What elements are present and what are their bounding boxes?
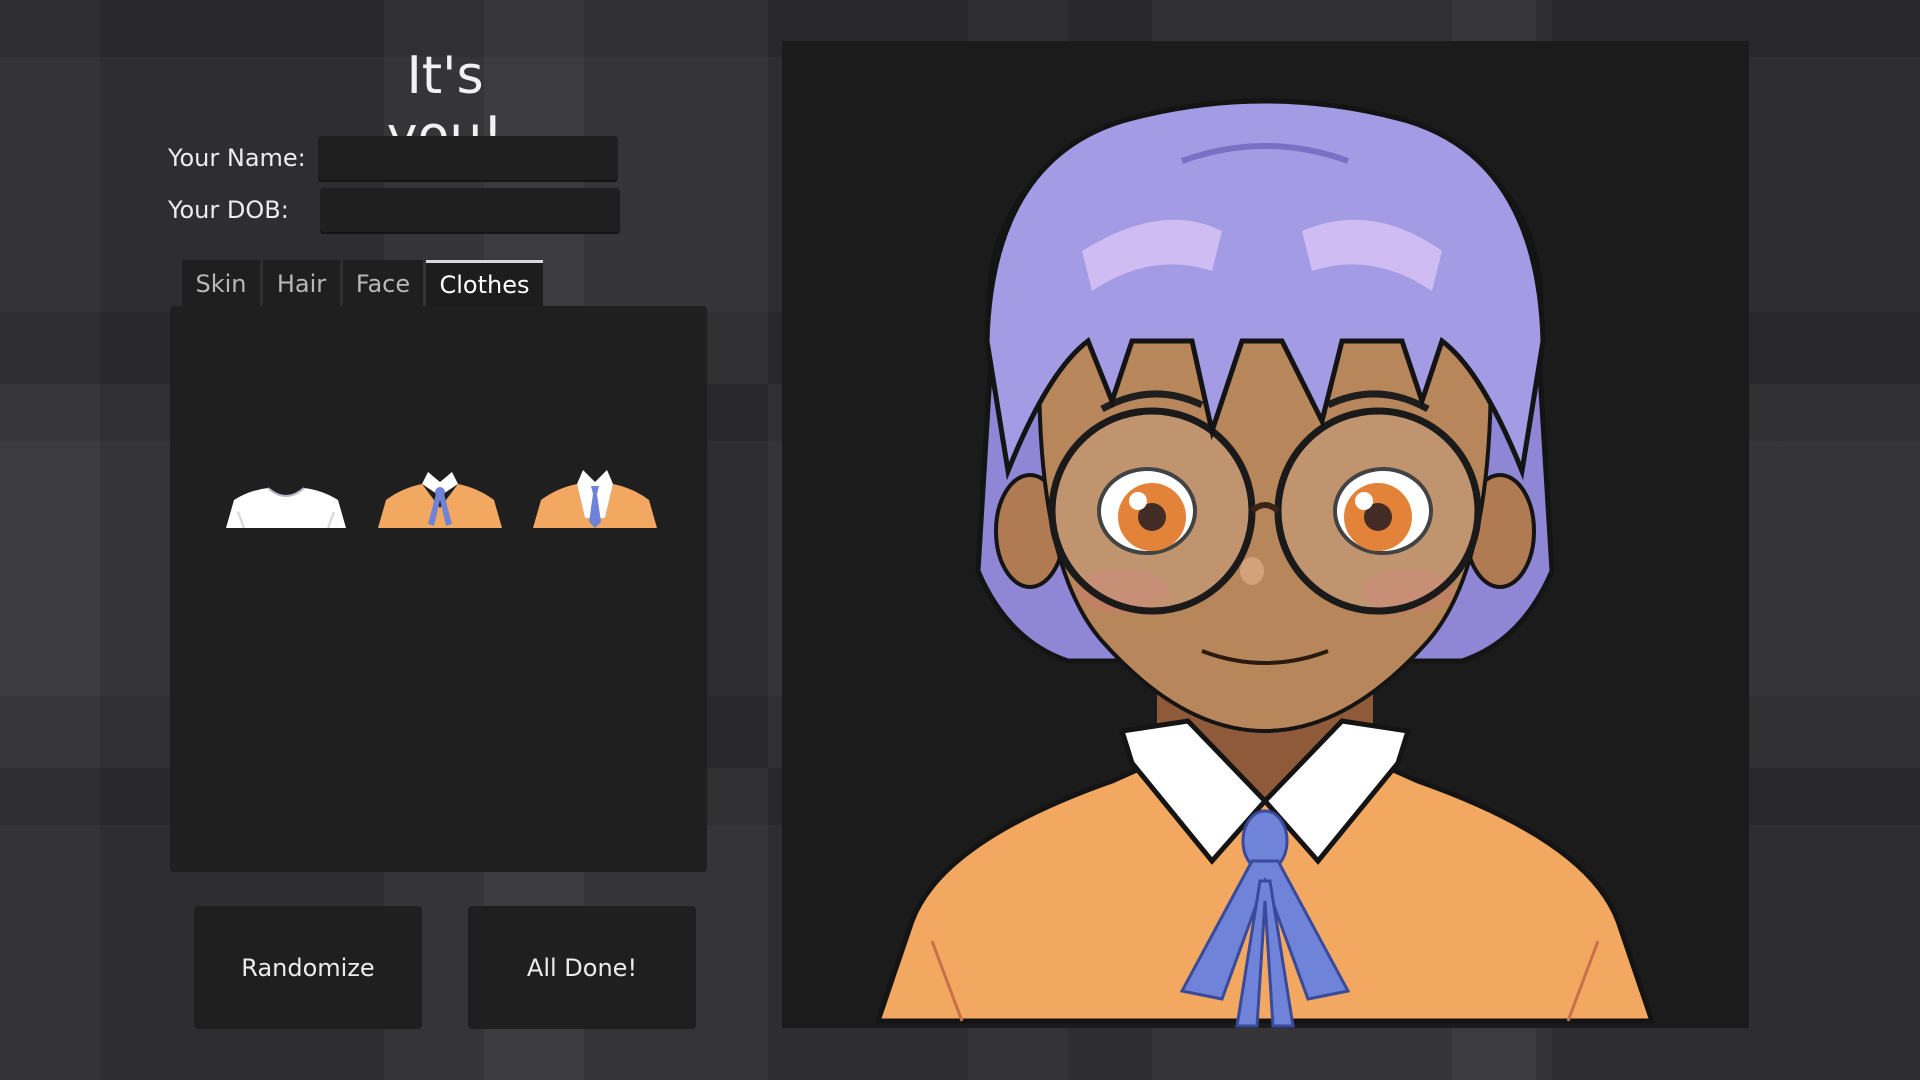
dob-input[interactable] — [320, 188, 620, 234]
white-tshirt-icon — [226, 487, 346, 529]
orange-sweater-bow-icon — [378, 472, 502, 528]
tab-hair[interactable]: Hair — [263, 260, 340, 307]
dob-label: Your DOB: — [168, 196, 289, 224]
character-preview — [782, 41, 1749, 1028]
randomize-button[interactable]: Randomize — [194, 906, 422, 1029]
clothes-option-sweater-tie[interactable] — [525, 456, 665, 528]
clothes-option-white-tshirt[interactable] — [216, 456, 356, 529]
name-input[interactable] — [318, 136, 618, 182]
tab-face[interactable]: Face — [343, 260, 423, 307]
clothes-option-sweater-bow[interactable] — [370, 456, 510, 528]
tab-clothes[interactable]: Clothes — [426, 260, 543, 307]
name-label: Your Name: — [168, 144, 306, 172]
character-portrait-image — [874, 98, 1656, 1028]
all-done-button[interactable]: All Done! — [468, 906, 696, 1029]
clothes-options-panel — [170, 306, 707, 872]
customization-tabs: Skin Hair Face Clothes — [182, 260, 543, 307]
tab-skin[interactable]: Skin — [182, 260, 260, 307]
orange-sweater-tie-icon — [533, 470, 657, 528]
